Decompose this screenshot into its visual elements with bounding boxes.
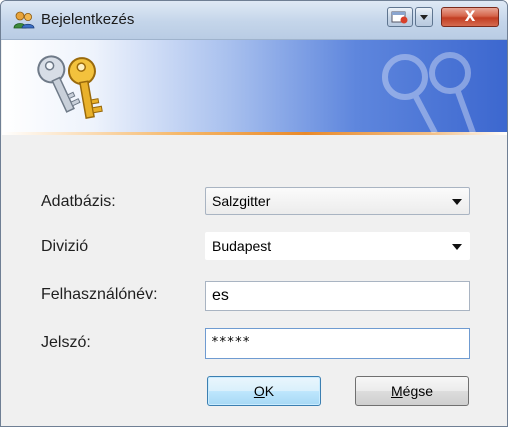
chevron-down-icon <box>452 199 462 205</box>
database-label: Adatbázis: <box>41 193 116 210</box>
dropdown-button[interactable] <box>415 7 433 27</box>
app-menu-icon <box>391 11 408 24</box>
username-field[interactable]: es <box>205 281 470 311</box>
login-dialog: Bejelentkezés X Adatbázis: Salzgitter Di… <box>0 0 508 427</box>
username-value: es <box>212 287 229 304</box>
password-label: Jelszó: <box>41 334 91 351</box>
username-label: Felhasználónév: <box>41 286 158 303</box>
password-field[interactable]: ***** <box>205 328 470 359</box>
division-label: Divizió <box>41 238 89 255</box>
title-bar[interactable]: Bejelentkezés X <box>1 1 507 40</box>
chevron-down-icon <box>420 14 428 20</box>
chevron-down-icon <box>452 244 462 250</box>
users-icon <box>13 11 35 29</box>
app-menu-button[interactable] <box>387 7 413 27</box>
ok-button[interactable]: OK <box>207 376 321 406</box>
keys-icon <box>37 55 103 119</box>
close-button[interactable]: X <box>441 7 499 27</box>
dialog-bottom-edge <box>1 414 507 426</box>
cancel-mnemonic: M <box>390 383 403 399</box>
close-icon: X <box>464 9 476 25</box>
database-select[interactable]: Salzgitter <box>205 187 470 215</box>
division-value: Budapest <box>212 238 272 254</box>
cancel-button[interactable]: Mégse <box>355 376 469 406</box>
division-select[interactable]: Budapest <box>205 232 470 260</box>
keys-watermark-icon <box>382 52 476 133</box>
cancel-label-rest: égse <box>402 383 434 399</box>
password-value: ***** <box>211 335 251 350</box>
ok-mnemonic: O <box>253 383 265 399</box>
window-title: Bejelentkezés <box>41 11 135 28</box>
database-value: Salzgitter <box>212 193 271 209</box>
ok-label-rest: K <box>264 383 275 399</box>
